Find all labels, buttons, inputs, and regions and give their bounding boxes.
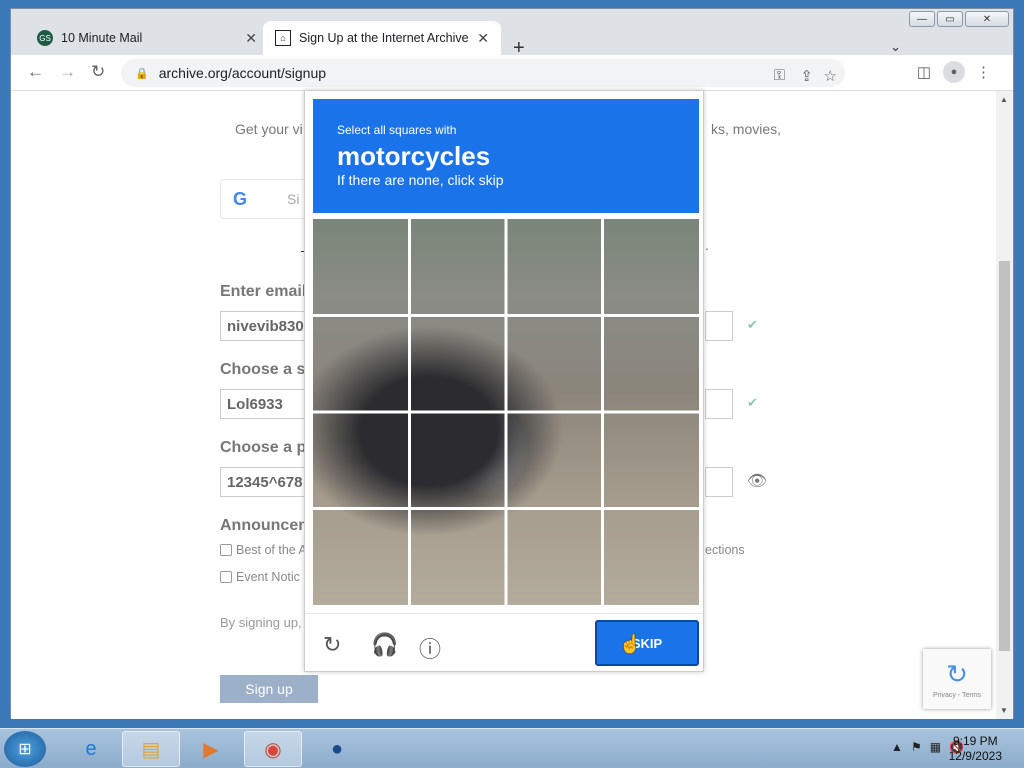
password-label: Choose a p <box>220 439 307 456</box>
skip-button[interactable]: SKIP <box>595 620 699 666</box>
email-label: Enter email <box>220 283 307 300</box>
chevron-up-icon[interactable]: ▲ <box>891 740 903 754</box>
back-icon[interactable]: ← <box>27 62 44 82</box>
captcha-image-grid <box>313 219 699 605</box>
captcha-tile[interactable] <box>313 219 407 313</box>
recaptcha-terms[interactable]: Privacy - Terms <box>933 692 981 699</box>
scroll-down-icon[interactable]: ▼ <box>1000 706 1008 715</box>
archive-icon: ⌂ <box>275 30 291 46</box>
refresh-icon[interactable]: ↻ <box>323 632 341 658</box>
captcha-tile[interactable] <box>410 511 504 605</box>
announcements-label: Announcen <box>220 517 308 534</box>
close-icon[interactable]: ✕ <box>245 30 257 47</box>
captcha-tile[interactable] <box>410 414 504 508</box>
captcha-tile[interactable] <box>410 219 504 313</box>
clock-time: 9:19 PM <box>952 734 998 748</box>
tab-archive-signup[interactable]: ⌂ Sign Up at the Internet Archive ✕ <box>263 21 501 55</box>
captcha-footer: ↻ 🎧 ⓘ SKIP ☝ <box>305 613 703 673</box>
sidepanel-icon[interactable]: ◫ <box>917 63 931 81</box>
taskbar: ⊞ e ▤ ▶ ◉ ● ▲ ⚑ ▦ 🔇 9:19 PM 12/9/2023 <box>0 728 1024 768</box>
captcha-tile[interactable] <box>605 414 699 508</box>
tab-title: 10 Minute Mail <box>61 31 143 45</box>
divider-dot: . <box>705 237 709 253</box>
checkbox-event-notices[interactable]: Event Notic <box>220 570 300 584</box>
share-icon[interactable]: ⇪ <box>800 67 813 85</box>
lock-icon: 🔒 <box>135 67 149 80</box>
flag-icon[interactable]: ⚑ <box>911 740 922 754</box>
scroll-thumb[interactable] <box>999 261 1010 651</box>
signup-button[interactable]: Sign up <box>220 675 318 703</box>
chrome-icon[interactable]: ◉ <box>244 731 302 767</box>
recaptcha-badge[interactable]: ↻ Privacy - Terms <box>923 649 991 709</box>
captcha-header: Select all squares with motorcycles If t… <box>313 99 699 213</box>
checkbox-label: Best of the A <box>236 543 307 557</box>
internet-explorer-icon[interactable]: e <box>62 731 120 767</box>
captcha-tile[interactable] <box>410 316 504 410</box>
tenminutemail-icon: GS <box>37 30 53 46</box>
intro-text-left: Get your vi <box>235 121 303 137</box>
scroll-up-icon[interactable]: ▲ <box>1000 95 1008 104</box>
info-icon[interactable]: ⓘ <box>419 632 441 664</box>
network-icon[interactable]: ▦ <box>930 740 941 754</box>
address-bar[interactable]: 🔒 archive.org/account/signup ⚿ ⇪ ☆ <box>121 59 845 87</box>
captcha-tile[interactable] <box>508 219 602 313</box>
menu-icon[interactable]: ⋮ <box>976 63 991 81</box>
intro-text-right: ks, movies, <box>711 121 782 137</box>
captcha-challenge: Select all squares with motorcycles If t… <box>304 90 704 672</box>
media-player-icon[interactable]: ▶ <box>182 731 240 767</box>
screenname-label: Choose a s <box>220 361 306 378</box>
captcha-tile[interactable] <box>313 511 407 605</box>
captcha-tile[interactable] <box>508 511 602 605</box>
page-scrollbar[interactable]: ▲ ▼ <box>996 91 1013 719</box>
checkmark-icon: ✔ <box>747 395 758 410</box>
captcha-tile[interactable] <box>605 511 699 605</box>
email-field-end[interactable] <box>705 311 733 341</box>
start-button[interactable]: ⊞ <box>4 731 46 767</box>
captcha-tile[interactable] <box>605 316 699 410</box>
eye-icon[interactable]: 👁 <box>747 471 767 491</box>
clock-date: 12/9/2023 <box>948 749 1002 763</box>
captcha-tile[interactable] <box>605 219 699 313</box>
captcha-tile[interactable] <box>313 414 407 508</box>
headphones-icon[interactable]: 🎧 <box>371 632 398 658</box>
captcha-target: motorcycles <box>337 141 491 171</box>
checkbox-label-suffix: ections <box>705 543 745 557</box>
close-icon[interactable]: ✕ <box>477 30 489 47</box>
profile-icon[interactable]: ● <box>943 61 965 83</box>
checkbox-label: Event Notic <box>236 570 300 584</box>
captcha-tile[interactable] <box>508 414 602 508</box>
tab-10-minute-mail[interactable]: GS 10 Minute Mail ✕ <box>25 21 269 55</box>
browser-toolbar: ← → ↻ 🔒 archive.org/account/signup ⚿ ⇪ ☆… <box>11 55 1013 91</box>
forward-icon[interactable]: → <box>59 62 76 82</box>
reload-icon[interactable]: ↻ <box>91 62 105 82</box>
password-field-end[interactable] <box>705 467 733 497</box>
star-icon[interactable]: ☆ <box>824 67 837 85</box>
cursor-icon: ☝ <box>619 634 642 654</box>
key-icon[interactable]: ⚿ <box>774 67 785 84</box>
recaptcha-icon: ↻ <box>946 659 968 689</box>
google-icon: G <box>233 188 248 209</box>
captcha-tile[interactable] <box>313 316 407 410</box>
clock[interactable]: 9:19 PM 12/9/2023 <box>949 734 1002 764</box>
checkmark-icon: ✔ <box>747 317 758 332</box>
checkbox[interactable] <box>220 571 232 583</box>
google-signin-label: Si <box>287 191 300 207</box>
screenname-field-end[interactable] <box>705 389 733 419</box>
captcha-instruction: Select all squares with <box>337 123 457 137</box>
captcha-tile[interactable] <box>508 316 602 410</box>
checkbox-best-of[interactable]: Best of the A <box>220 543 307 557</box>
captcha-hint: If there are none, click skip <box>337 172 504 188</box>
terms-text: By signing up, <box>220 615 302 630</box>
tab-strip: GS 10 Minute Mail ✕ ⌂ Sign Up at the Int… <box>11 21 1013 59</box>
checkbox[interactable] <box>220 544 232 556</box>
chevron-down-icon[interactable]: ⌄ <box>890 39 901 55</box>
url-text: archive.org/account/signup <box>158 65 327 81</box>
globe-icon[interactable]: ● <box>308 731 366 767</box>
tab-title: Sign Up at the Internet Archive <box>299 31 469 45</box>
file-explorer-icon[interactable]: ▤ <box>122 731 180 767</box>
